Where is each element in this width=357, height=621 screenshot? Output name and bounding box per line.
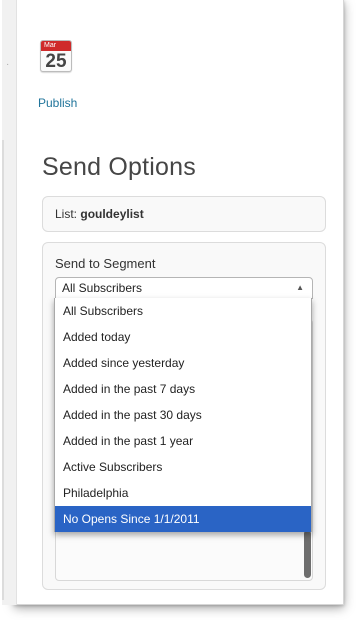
segment-label: Send to Segment <box>55 256 156 271</box>
left-sidebar-strip: · <box>2 0 17 605</box>
list-label: List: <box>55 207 78 221</box>
segment-select[interactable]: All Subscribers ▲ <box>55 277 313 299</box>
segment-option[interactable]: Added since yesterday <box>55 350 311 376</box>
segment-dropdown-list: All Subscribers Added today Added since ye… <box>54 298 312 532</box>
list-panel: List: gouldeylist <box>42 196 326 232</box>
segment-option[interactable]: No Opens Since 1/1/2011 <box>55 506 311 532</box>
segment-option[interactable]: Added in the past 30 days <box>55 402 311 428</box>
page-title: Send Options <box>42 153 196 181</box>
sidebar-divider <box>2 140 4 600</box>
segment-option[interactable]: All Subscribers <box>55 298 311 324</box>
segment-option[interactable]: Added today <box>55 324 311 350</box>
calendar-day: 25 <box>45 51 67 72</box>
segment-option[interactable]: Added in the past 7 days <box>55 376 311 402</box>
sidebar-dot-icon: · <box>6 59 10 70</box>
calendar-icon[interactable]: Mar 25 <box>40 40 72 72</box>
screen: · Mar 25 Publish Send Options List: goul… <box>0 0 357 621</box>
segment-option[interactable]: Philadelphia <box>55 480 311 506</box>
scrollbar-thumb[interactable] <box>304 530 311 578</box>
segment-option[interactable]: Active Subscribers <box>55 454 311 480</box>
list-value: gouldeylist <box>80 207 144 221</box>
segment-selected-value: All Subscribers <box>62 281 143 295</box>
chevron-up-icon: ▲ <box>296 283 304 292</box>
calendar-month: Mar <box>41 41 71 51</box>
segment-option[interactable]: Added in the past 1 year <box>55 428 311 454</box>
publish-link[interactable]: Publish <box>38 96 77 110</box>
